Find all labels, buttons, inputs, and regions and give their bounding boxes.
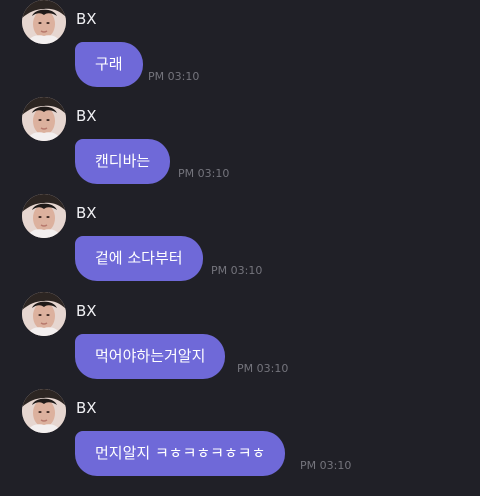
avatar[interactable]: [22, 97, 66, 141]
message-timestamp: PM 03:10: [178, 167, 230, 180]
chat-message: BX 겉에 소다부터 PM 03:10: [0, 194, 480, 290]
message-timestamp: PM 03:10: [148, 70, 200, 83]
sender-name: BX: [76, 107, 97, 125]
message-bubble[interactable]: 먼지알지 ㅋㅎㅋㅎㅋㅎㅋㅎ: [75, 431, 286, 476]
avatar[interactable]: [22, 194, 66, 238]
chat-thread: BX 구래 PM 03:10 BX 캔디바는 PM 03:10 BX 겉에 소다…: [0, 0, 480, 496]
avatar[interactable]: [22, 0, 66, 44]
sender-name: BX: [76, 10, 97, 28]
avatar[interactable]: [22, 292, 66, 336]
avatar[interactable]: [22, 389, 66, 433]
message-timestamp: PM 03:10: [211, 264, 263, 277]
message-timestamp: PM 03:10: [237, 362, 289, 375]
message-bubble[interactable]: 먹어야하는거알지: [75, 334, 226, 379]
sender-name: BX: [76, 302, 97, 320]
message-bubble[interactable]: 구래: [75, 42, 143, 87]
sender-name: BX: [76, 399, 97, 417]
chat-message: BX 캔디바는 PM 03:10: [0, 97, 480, 193]
message-bubble[interactable]: 겉에 소다부터: [75, 236, 203, 281]
chat-message: BX 먹어야하는거알지 PM 03:10: [0, 292, 480, 388]
sender-name: BX: [76, 204, 97, 222]
chat-message: BX 구래 PM 03:10: [0, 0, 480, 96]
chat-message: BX 먼지알지 ㅋㅎㅋㅎㅋㅎㅋㅎ PM 03:10: [0, 389, 480, 485]
message-bubble[interactable]: 캔디바는: [75, 139, 171, 184]
message-timestamp: PM 03:10: [300, 459, 352, 472]
